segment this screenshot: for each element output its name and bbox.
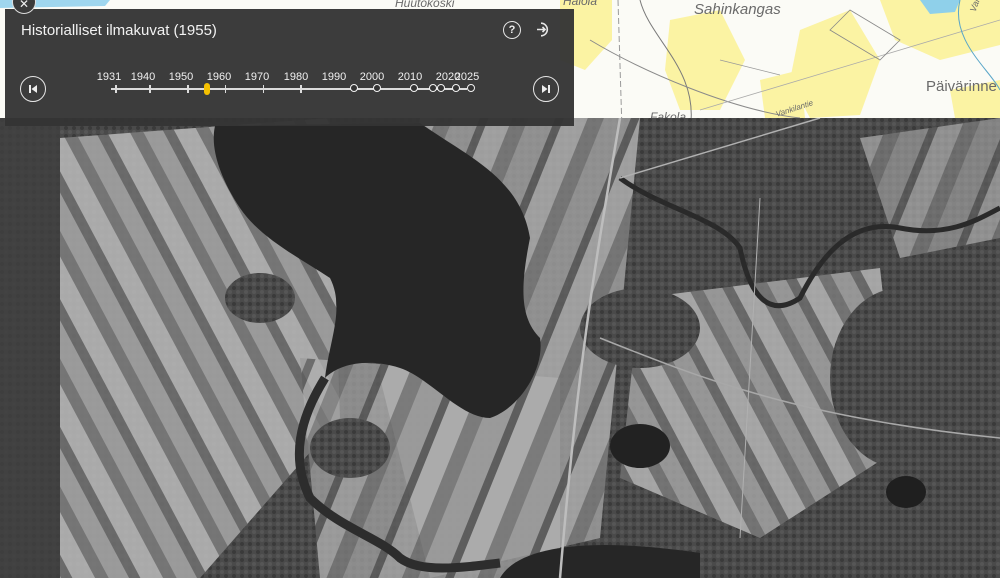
panel-title: Historialliset ilmakuvat (1955) [21,22,217,39]
question-circle-icon: ? [508,24,516,36]
aerial-photo[interactable] [0,118,1000,578]
timeline-tick [224,85,227,93]
timeline-year-dot[interactable] [436,84,445,92]
map-label-sahinkangas: Sahinkangas [694,1,781,18]
timeline-handle[interactable] [203,83,210,95]
historical-photos-panel: Historialliset ilmakuvat (1955) ? 1931 1… [5,9,574,126]
timeline-year-dot[interactable] [467,84,475,92]
year-label-1960: 1960 [206,71,232,83]
year-label-2025: 2025 [454,71,480,83]
year-label-1990: 1990 [321,71,347,83]
skip-previous-icon [29,85,37,93]
timeline-tick [187,85,189,93]
skip-next-icon [542,85,550,93]
timeline-year-dot[interactable] [372,84,381,92]
timeline-year-dot[interactable] [349,84,358,92]
year-label-1970: 1970 [244,71,270,83]
year-label-1940: 1940 [130,71,156,83]
year-label-2010: 2010 [397,71,423,83]
timeline-year-dot[interactable] [451,84,460,92]
map-label-paivarinne: Päivärinne [926,78,997,95]
timeline-tick [149,85,151,93]
exit-icon [537,22,549,37]
map-label-halola: Halola [563,0,598,8]
exit-button[interactable] [534,20,553,39]
timeline-tick [115,85,117,93]
aerial-photo-graphics [0,118,1000,578]
close-icon: ✕ [18,0,30,11]
next-year-button[interactable] [533,76,559,102]
year-label-1931: 1931 [96,71,122,83]
timeline-tick [262,85,265,93]
year-label-1950: 1950 [168,71,194,83]
year-label-2000: 2000 [359,71,385,83]
timeline-tick [300,85,302,93]
help-button[interactable]: ? [503,21,521,39]
year-label-1980: 1980 [283,71,309,83]
timeline-year-dot[interactable] [410,84,419,92]
previous-year-button[interactable] [20,76,46,102]
